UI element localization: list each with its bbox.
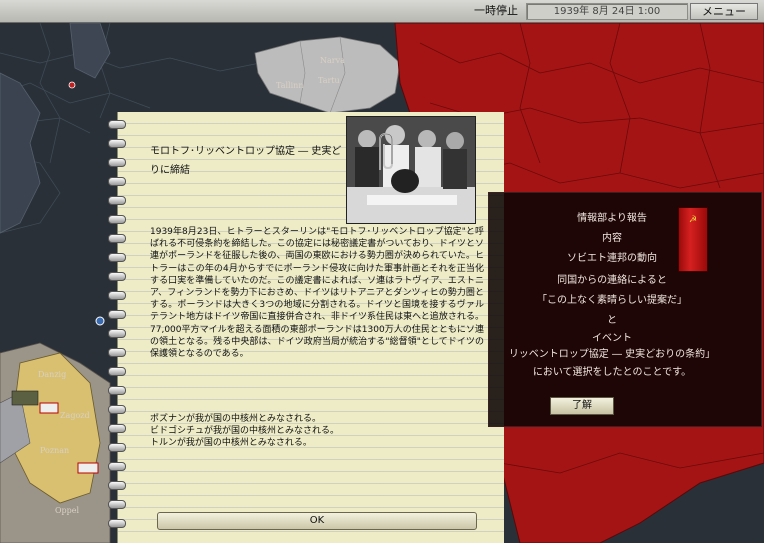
top-toolbar: 一時停止 1939年 8月 24日 1:00 メニュー [0,0,764,23]
german-flag-icon [77,462,99,474]
event-effects: ポズナンが我が国の中核州とみなされる。 ビドゴシチュが我が国の中核州とみなされる… [150,414,480,449]
spiral-ring-icon [108,139,126,148]
report-event-label: イベント [592,333,632,344]
report-content-label: 内容 [602,233,622,244]
effect-item: ビドゴシチュが我が国の中核州とみなされる。 [150,425,340,436]
port-marker-icon[interactable] [68,81,76,89]
notebook-spiral [106,120,128,540]
tank-unit-icon[interactable] [11,390,39,406]
spiral-ring-icon [108,329,126,338]
menu-button[interactable]: メニュー [690,3,758,20]
ok-button[interactable]: OK [157,512,477,530]
map-label-danzig: Danzig [38,370,66,379]
map-label-tartu: Tartu [318,76,340,85]
spiral-ring-icon [108,519,126,528]
acknowledge-button[interactable]: 了解 [550,397,614,415]
map-label-narva: Narva [320,56,345,65]
report-connector: と [607,315,617,326]
spiral-ring-icon [108,310,126,319]
spiral-ring-icon [108,234,126,243]
spiral-ring-icon [108,424,126,433]
report-line: 同国からの連絡によると [557,275,667,286]
naval-base-icon[interactable] [95,316,105,326]
report-line-end: において選択をしたとのことです。 [532,367,692,378]
event-photo [346,116,476,224]
map-label-poznan: Poznan [40,446,69,455]
spiral-ring-icon [108,196,126,205]
report-quote: 「この上なく素晴らしい提案だ」 [537,295,687,306]
spiral-ring-icon [108,348,126,357]
event-title: モロトフ･リッベントロップ協定 ― 史実ど りに締結 [150,142,350,180]
report-event-name: リッベントロップ協定 ― 史実どおりの条約」 [508,349,716,360]
spiral-ring-icon [108,443,126,452]
effect-item: ポズナンが我が国の中核州とみなされる。 [150,414,322,424]
german-flag-icon [39,402,59,414]
intelligence-report-popup: ☭ 情報部より報告 内容 ソビエト連邦の動向 同国からの連絡によると 「この上な… [488,192,762,427]
spiral-ring-icon [108,386,126,395]
notebook-paper: モロトフ･リッベントロップ協定 ― 史実ど りに締結 1939年8月23日、ヒト… [118,112,504,543]
map-label-oppel: Oppel [55,506,80,515]
event-notebook-dialog: モロトフ･リッベントロップ協定 ― 史実ど りに締結 1939年8月23日、ヒト… [106,112,504,543]
event-title-line: りに締結 [150,165,190,176]
event-description: 1939年8月23日、ヒトラーとスターリンは"モロトフ･リッベントロップ協定"と… [150,227,484,360]
spiral-ring-icon [108,272,126,281]
spiral-ring-icon [108,215,126,224]
paper-clip-icon [379,132,393,170]
spiral-ring-icon [108,500,126,509]
pause-button[interactable]: 一時停止 [468,3,524,19]
effect-item: トルンが我が国の中核州とみなされる。 [150,437,312,448]
spiral-ring-icon [108,253,126,262]
spiral-ring-icon [108,158,126,167]
spiral-ring-icon [108,367,126,376]
report-country: ソビエト連邦の動向 [567,253,657,264]
report-title: 情報部より報告 [577,213,647,224]
game-date-display: 1939年 8月 24日 1:00 [526,3,688,20]
spiral-ring-icon [108,462,126,471]
spiral-ring-icon [108,481,126,490]
spiral-ring-icon [108,177,126,186]
map-label-zagozd: Zagozd [60,411,90,420]
spiral-ring-icon [108,291,126,300]
event-title-line: モロトフ･リッベントロップ協定 ― 史実ど [150,146,342,157]
map-label-tallinn: Tallinn [276,81,303,90]
spiral-ring-icon [108,405,126,414]
spiral-ring-icon [108,120,126,129]
